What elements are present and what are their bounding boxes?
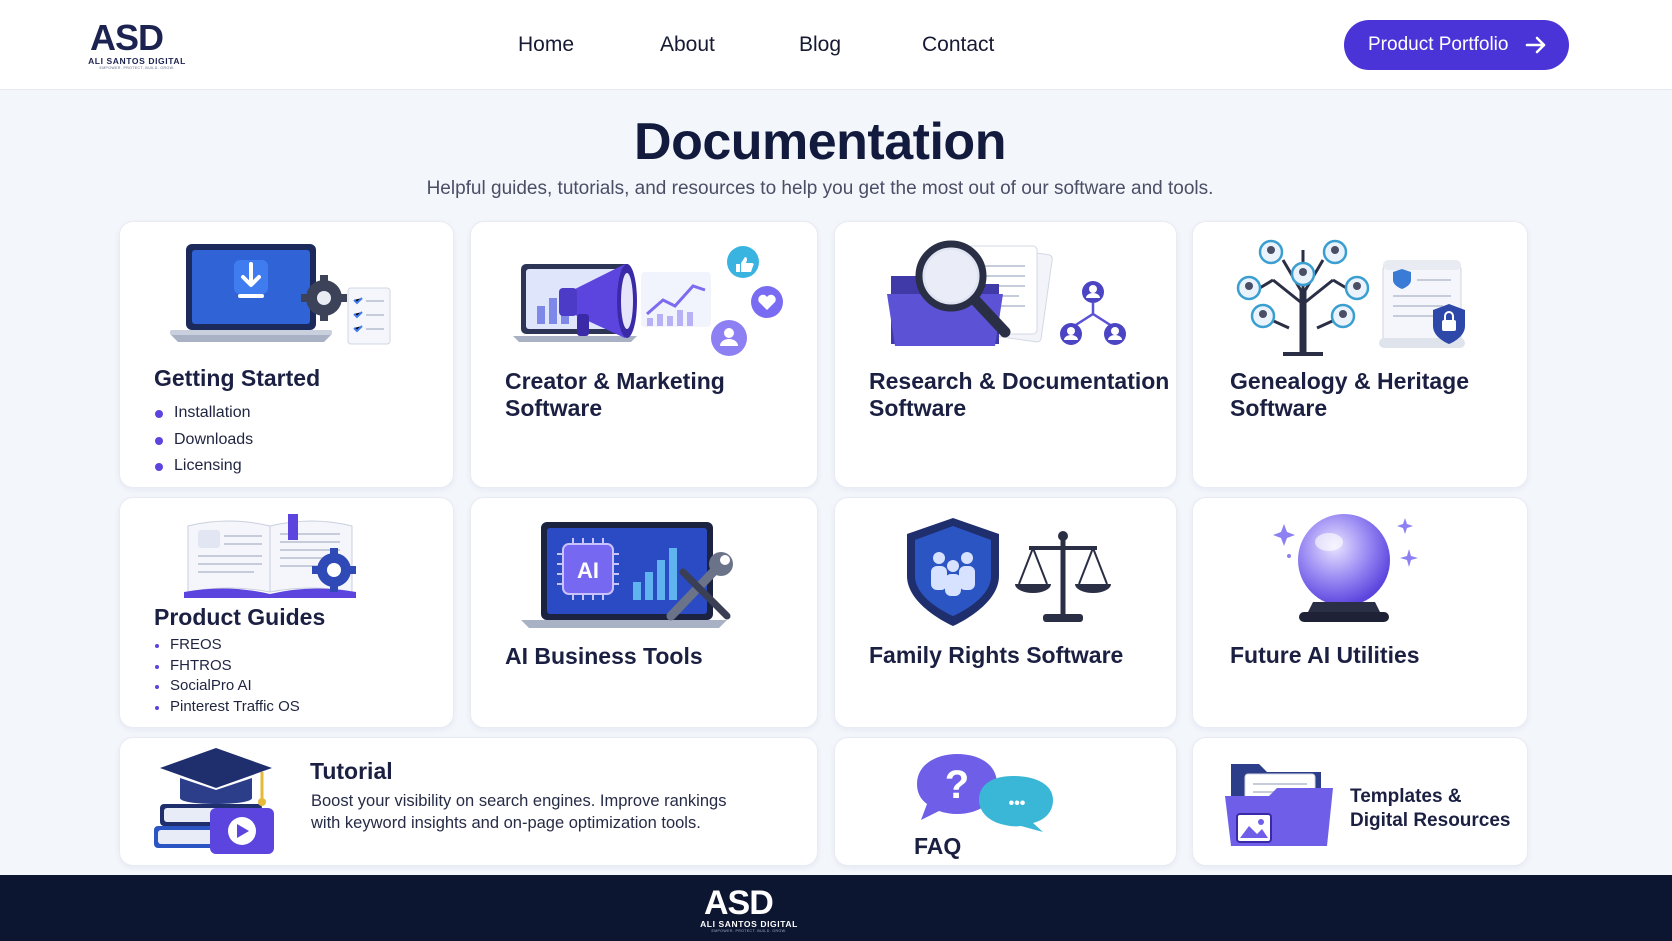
card-creator-marketing[interactable]: Creator & Marketing Software <box>470 221 818 488</box>
laptop-download-icon <box>170 244 391 345</box>
logo-letters: ASD <box>90 17 164 58</box>
product-portfolio-label: Product Portfolio <box>1368 34 1509 55</box>
card-title-line-1: Creator & Marketing <box>505 368 725 394</box>
card-title-line-1: Research & Documentation <box>869 368 1170 394</box>
card-genealogy-heritage[interactable]: Genealogy & Heritage Software <box>1192 221 1528 488</box>
family-tree-icon <box>1236 239 1465 356</box>
card-tutorial[interactable]: Tutorial Boost your visibility on search… <box>119 737 818 866</box>
link-freos[interactable]: FREOS <box>154 635 300 656</box>
card-title-line-2: Software <box>869 395 967 421</box>
card-getting-started[interactable]: Getting Started Installation Downloads L… <box>119 221 454 488</box>
brand-logo[interactable]: ASD ALI SANTOS DIGITAL EMPOWER. PROTECT.… <box>78 18 196 72</box>
logo-tagline: EMPOWER. PROTECT. BUILD. GROW. <box>99 66 175 70</box>
faq-question-mark: ? <box>945 763 969 807</box>
page-title: Documentation <box>634 113 1006 171</box>
footer-logo[interactable]: ASD ALI SANTOS DIGITAL EMPOWER. PROTECT.… <box>690 883 808 935</box>
product-portfolio-button[interactable]: Product Portfolio <box>1344 20 1569 70</box>
card-title-line-2: Software <box>1230 395 1328 421</box>
crystal-ball-icon <box>1273 514 1418 622</box>
getting-started-links: Installation Downloads Licensing <box>154 400 253 480</box>
card-family-rights[interactable]: Family Rights Software <box>834 497 1177 728</box>
card-title: Getting Started <box>154 365 321 391</box>
ai-chip-laptop-icon: AI <box>521 522 733 628</box>
card-title: FAQ <box>914 833 962 859</box>
folder-files-icon <box>1225 764 1333 846</box>
card-title: Family Rights Software <box>869 642 1124 668</box>
shield-scales-icon <box>907 518 1111 626</box>
card-templates-resources[interactable]: Templates & Digital Resources <box>1192 737 1528 866</box>
product-guides-links: FREOS FHTROS SocialPro AI Pinterest Traf… <box>154 635 300 717</box>
chat-bubbles-icon: ? ••• <box>917 754 1053 832</box>
card-title: Product Guides <box>154 604 326 630</box>
card-faq[interactable]: ? ••• FAQ <box>834 737 1177 866</box>
link-fhtros[interactable]: FHTROS <box>154 656 300 677</box>
footer-logo-name: ALI SANTOS DIGITAL <box>700 919 798 929</box>
card-title: Tutorial <box>310 758 393 784</box>
link-licensing[interactable]: Licensing <box>154 453 253 480</box>
card-title-line-1: Templates & <box>1350 786 1462 807</box>
faq-bubble-dots: ••• <box>1009 795 1026 812</box>
card-title-line-2: Digital Resources <box>1350 810 1511 831</box>
card-title: AI Business Tools <box>505 643 703 669</box>
footer-logo-letters: ASD <box>704 884 774 922</box>
page-subtitle: Helpful guides, tutorials, and resources… <box>426 178 1214 199</box>
card-product-guides[interactable]: Product Guides FREOS FHTROS SocialPro AI… <box>119 497 454 728</box>
link-downloads[interactable]: Downloads <box>154 427 253 454</box>
nav-blog[interactable]: Blog <box>799 30 841 60</box>
link-pinterest-traffic-os[interactable]: Pinterest Traffic OS <box>154 697 300 718</box>
nav-about[interactable]: About <box>660 30 715 60</box>
card-title-line-2: Software <box>505 395 603 421</box>
nav-home[interactable]: Home <box>518 30 574 60</box>
link-installation[interactable]: Installation <box>154 400 253 427</box>
card-ai-business-tools[interactable]: AI AI Business Tools <box>470 497 818 728</box>
card-title: Future AI Utilities <box>1230 642 1420 668</box>
arrow-right-icon <box>1525 36 1546 54</box>
graduation-books-icon <box>154 748 274 854</box>
card-future-ai-utilities[interactable]: Future AI Utilities <box>1192 497 1528 728</box>
site-footer: ASD ALI SANTOS DIGITAL EMPOWER. PROTECT.… <box>0 875 1672 941</box>
tutorial-description: Boost your visibility on search engines.… <box>311 792 727 832</box>
footer-logo-tagline: EMPOWER. PROTECT. BUILD. GROW. <box>711 929 787 933</box>
card-title-line-1: Genealogy & Heritage <box>1230 368 1470 394</box>
open-book-gear-icon <box>184 514 356 598</box>
megaphone-icon <box>513 246 783 356</box>
magnifier-folder-icon <box>887 240 1126 346</box>
logo-name: ALI SANTOS DIGITAL <box>88 56 186 66</box>
card-research-documentation[interactable]: Research & Documentation Software <box>834 221 1177 488</box>
nav-contact[interactable]: Contact <box>922 30 994 60</box>
ai-chip-label: AI <box>577 558 599 583</box>
link-socialpro-ai[interactable]: SocialPro AI <box>154 676 300 697</box>
site-header: ASD ALI SANTOS DIGITAL EMPOWER. PROTECT.… <box>0 0 1672 90</box>
